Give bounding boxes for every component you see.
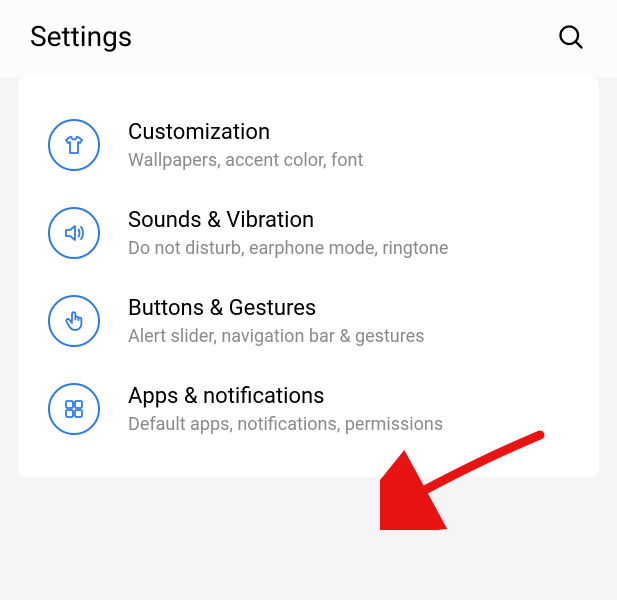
item-subtitle: Wallpapers, accent color, font: [128, 150, 363, 171]
item-title: Customization: [128, 120, 363, 145]
settings-item-sounds[interactable]: Sounds & Vibration Do not disturb, earph…: [18, 189, 599, 277]
tshirt-icon: [62, 133, 86, 157]
settings-list: Customization Wallpapers, accent color, …: [18, 77, 599, 477]
item-subtitle: Alert slider, navigation bar & gestures: [128, 326, 425, 347]
item-text: Buttons & Gestures Alert slider, navigat…: [128, 296, 425, 347]
search-icon: [557, 23, 585, 51]
page-title: Settings: [30, 20, 132, 53]
item-title: Apps & notifications: [128, 384, 443, 409]
header: Settings: [0, 0, 617, 77]
settings-item-customization[interactable]: Customization Wallpapers, accent color, …: [18, 101, 599, 189]
icon-circle: [48, 295, 100, 347]
settings-item-buttons[interactable]: Buttons & Gestures Alert slider, navigat…: [18, 277, 599, 365]
item-subtitle: Do not disturb, earphone mode, ringtone: [128, 238, 448, 259]
icon-circle: [48, 119, 100, 171]
icon-circle: [48, 207, 100, 259]
item-title: Sounds & Vibration: [128, 208, 448, 233]
item-title: Buttons & Gestures: [128, 296, 425, 321]
icon-circle: [48, 383, 100, 435]
search-button[interactable]: [555, 21, 587, 53]
item-subtitle: Default apps, notifications, permissions: [128, 414, 443, 435]
item-text: Sounds & Vibration Do not disturb, earph…: [128, 208, 448, 259]
item-text: Customization Wallpapers, accent color, …: [128, 120, 363, 171]
touch-icon: [62, 309, 86, 333]
item-text: Apps & notifications Default apps, notif…: [128, 384, 443, 435]
settings-item-apps[interactable]: Apps & notifications Default apps, notif…: [18, 365, 599, 453]
apps-grid-icon: [62, 397, 86, 421]
speaker-icon: [62, 221, 86, 245]
